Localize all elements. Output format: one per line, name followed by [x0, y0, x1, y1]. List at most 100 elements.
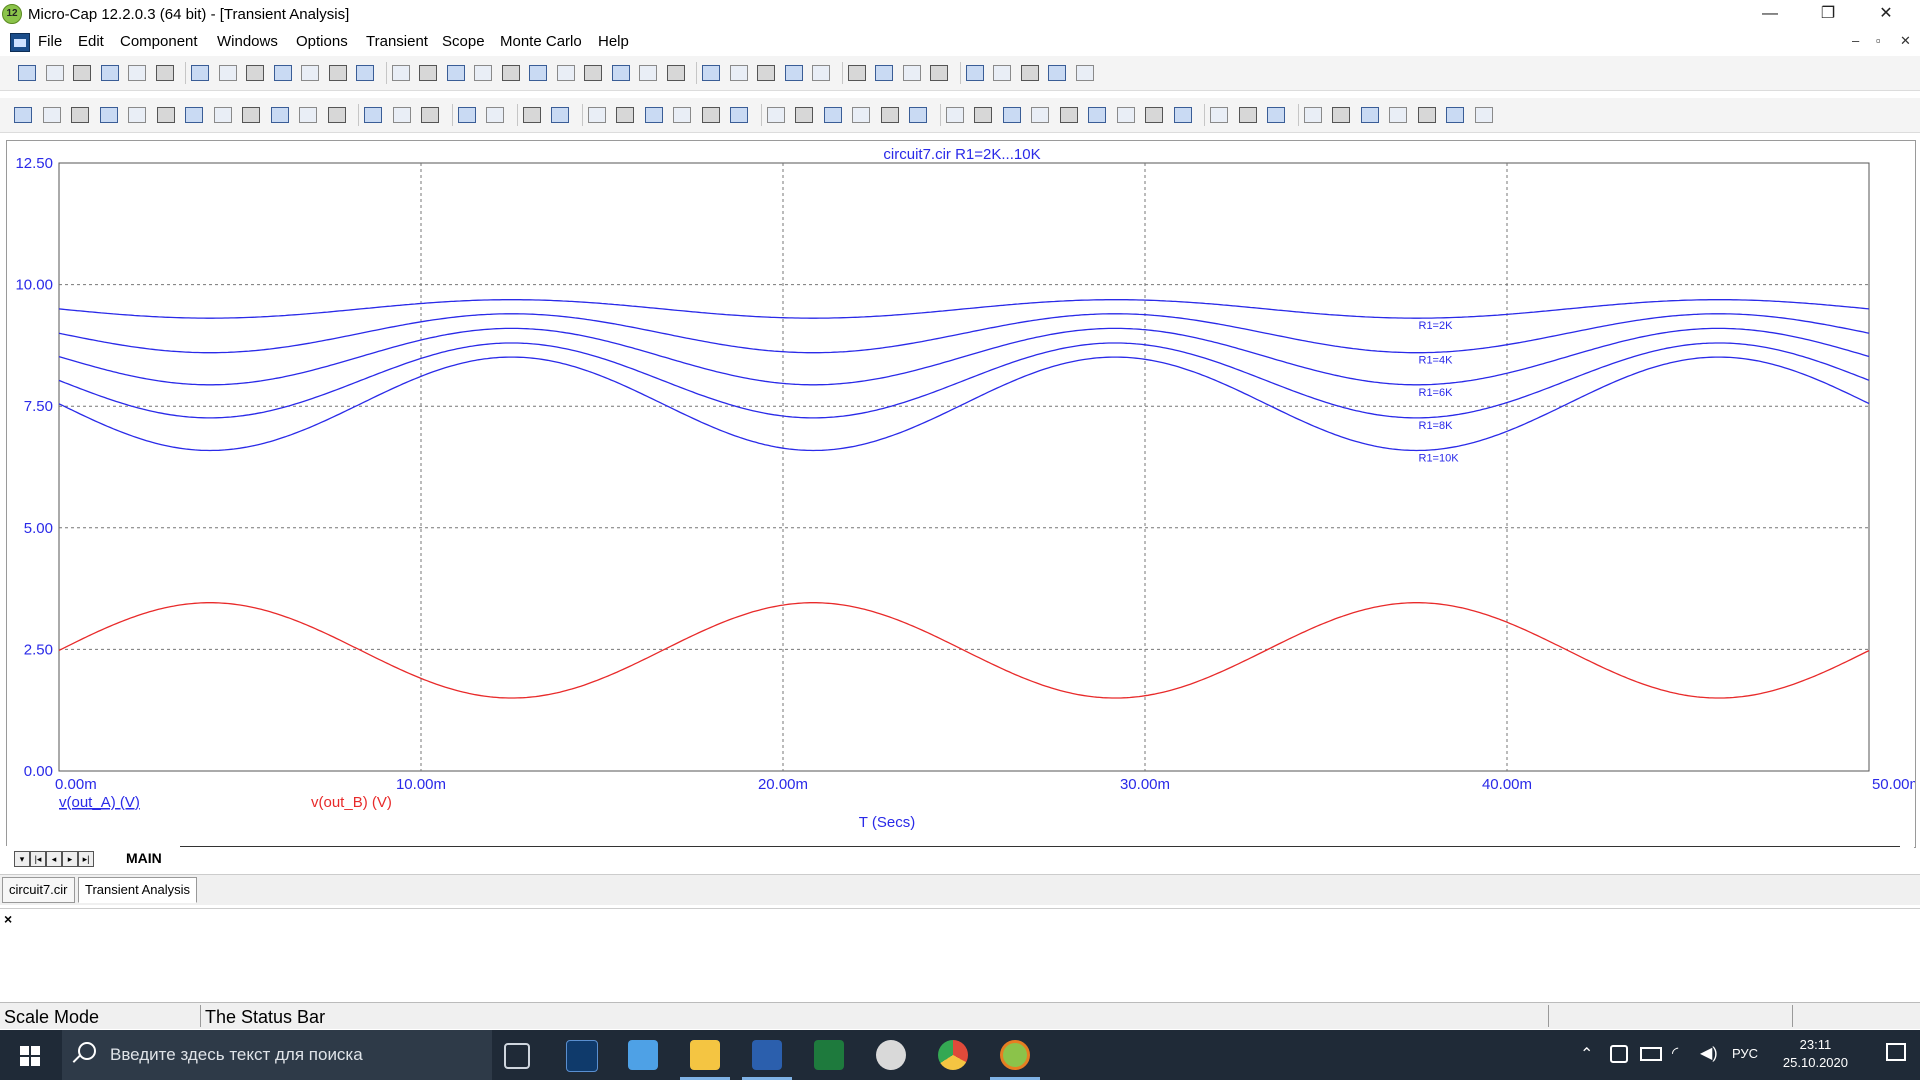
delete-icon[interactable] — [328, 65, 347, 81]
text-tool-icon[interactable] — [299, 107, 317, 123]
control-panel-icon[interactable] — [628, 1040, 658, 1070]
menu-transient[interactable]: Transient — [366, 33, 428, 50]
node-icon[interactable] — [666, 65, 685, 81]
color-icon[interactable] — [1417, 107, 1436, 123]
stop-icon[interactable] — [392, 107, 411, 123]
cursor-mode-icon[interactable] — [1332, 107, 1350, 123]
zoom-box-icon[interactable] — [156, 107, 175, 123]
document-menu-icon[interactable] — [10, 33, 30, 52]
global-high-icon[interactable] — [1059, 107, 1078, 123]
taskbar-search[interactable]: Введите здесь текст для поиска — [62, 1030, 492, 1080]
transient-plot[interactable]: circuit7.cir R1=2K...10K v(out_A) (V) v(… — [7, 141, 1915, 847]
capacitor-icon[interactable] — [446, 65, 465, 81]
mdi-close-button[interactable]: ✕ — [1900, 33, 1911, 49]
cut-icon[interactable] — [246, 65, 264, 81]
transistor-icon[interactable] — [529, 65, 547, 81]
volume-icon[interactable]: ◀) — [1700, 1043, 1718, 1063]
top-icon[interactable] — [1145, 107, 1163, 123]
menu-help[interactable]: Help — [598, 33, 629, 50]
first-page-button[interactable]: |◂ — [30, 851, 46, 867]
tray-overflow-icon[interactable]: ⌃ — [1580, 1044, 1593, 1064]
menu-component[interactable]: Component — [120, 33, 198, 50]
font-size-icon[interactable] — [1360, 107, 1379, 123]
layout-icon[interactable] — [1048, 65, 1066, 81]
menu-monte-carlo[interactable]: Monte Carlo — [500, 33, 582, 50]
security-icon[interactable] — [1610, 1045, 1628, 1063]
rotate-icon[interactable] — [71, 107, 89, 123]
prev-page-button[interactable]: ◂ — [46, 851, 62, 867]
properties-icon[interactable] — [327, 107, 346, 123]
task-view-icon[interactable] — [504, 1043, 530, 1069]
new-file-icon[interactable] — [18, 65, 36, 81]
tile-icon[interactable] — [965, 65, 984, 81]
function-icon[interactable] — [270, 107, 289, 123]
grid-icon[interactable] — [522, 107, 541, 123]
chart3-icon[interactable] — [242, 107, 260, 123]
plot-window[interactable]: circuit7.cir R1=2K...10K v(out_A) (V) v(… — [6, 140, 1916, 848]
excel-icon[interactable] — [814, 1040, 844, 1070]
zoom-fit-icon[interactable] — [823, 107, 842, 123]
snipping-tool-icon[interactable] — [876, 1040, 906, 1070]
clock[interactable]: 23:11 25.10.2020 — [1783, 1036, 1848, 1072]
opamp-icon[interactable] — [584, 65, 602, 81]
menu-windows[interactable]: Windows — [217, 33, 278, 50]
menu-scope[interactable]: Scope — [442, 33, 485, 50]
pan-hand-icon[interactable] — [42, 107, 61, 123]
panel2-icon[interactable] — [616, 107, 634, 123]
source-icon[interactable] — [611, 65, 630, 81]
chrome-icon[interactable] — [938, 1040, 968, 1070]
menu-options[interactable]: Options — [296, 33, 348, 50]
tab-main[interactable]: MAIN — [126, 850, 162, 866]
plot-properties-icon[interactable] — [486, 107, 504, 123]
text-icon[interactable] — [847, 65, 866, 81]
v-split-icon[interactable] — [730, 107, 748, 123]
legend-out-b[interactable]: v(out_B) (V) — [311, 794, 392, 811]
calculator-icon[interactable] — [1075, 65, 1094, 81]
open-icon[interactable] — [45, 65, 64, 81]
chart2-icon[interactable] — [213, 107, 232, 123]
low-icon[interactable] — [1002, 107, 1021, 123]
select-all-icon[interactable] — [356, 65, 374, 81]
cursor-icon[interactable] — [880, 107, 899, 123]
panel1-icon[interactable] — [587, 107, 606, 123]
tokens-icon[interactable] — [1303, 107, 1322, 123]
undo-icon[interactable] — [191, 65, 209, 81]
globe-icon[interactable] — [784, 65, 803, 81]
last-page-button[interactable]: ▸| — [78, 851, 94, 867]
stack-icon[interactable] — [1474, 107, 1493, 123]
zoom-out-icon[interactable] — [795, 107, 813, 123]
notifications-icon[interactable] — [1886, 1043, 1906, 1061]
legend-out-a[interactable]: v(out_A) (V) — [59, 794, 140, 811]
overlay-icon[interactable] — [1446, 107, 1464, 123]
inflection-icon[interactable] — [1031, 107, 1049, 123]
close-pane-icon[interactable]: × — [4, 911, 12, 927]
wifi-icon[interactable]: ◜ — [1672, 1043, 1678, 1063]
clipboard-icon[interactable] — [1210, 107, 1228, 123]
select-arrow-icon[interactable] — [14, 107, 32, 123]
pause-icon[interactable] — [421, 107, 439, 123]
language-indicator[interactable]: РУС — [1732, 1046, 1758, 1061]
menu-file[interactable]: File — [38, 33, 62, 50]
font-icon[interactable] — [1389, 107, 1407, 123]
waveform-icon[interactable] — [902, 65, 921, 81]
graph-icon[interactable] — [551, 107, 569, 123]
chart1-icon[interactable] — [185, 107, 203, 123]
battery-icon[interactable] — [556, 65, 575, 81]
output-pane[interactable]: × — [0, 908, 1920, 1001]
list-icon[interactable] — [1238, 107, 1257, 123]
settings-icon[interactable] — [875, 65, 893, 81]
wire-icon[interactable] — [639, 65, 657, 81]
paste-icon[interactable] — [301, 65, 319, 81]
valley-icon[interactable] — [945, 107, 964, 123]
slope-icon[interactable] — [1116, 107, 1135, 123]
high-icon[interactable] — [974, 107, 992, 123]
start-button[interactable] — [0, 1030, 60, 1080]
tab-menu-button[interactable]: ▾ — [14, 851, 30, 867]
minimize-button[interactable]: — — [1742, 0, 1798, 30]
mdi-minimize-button[interactable]: – — [1852, 33, 1859, 48]
panel3-icon[interactable] — [644, 107, 663, 123]
zoom-in-icon[interactable] — [766, 107, 785, 123]
numbers-icon[interactable] — [1267, 107, 1285, 123]
bottom-icon[interactable] — [1173, 107, 1192, 123]
window-icon[interactable] — [729, 65, 748, 81]
